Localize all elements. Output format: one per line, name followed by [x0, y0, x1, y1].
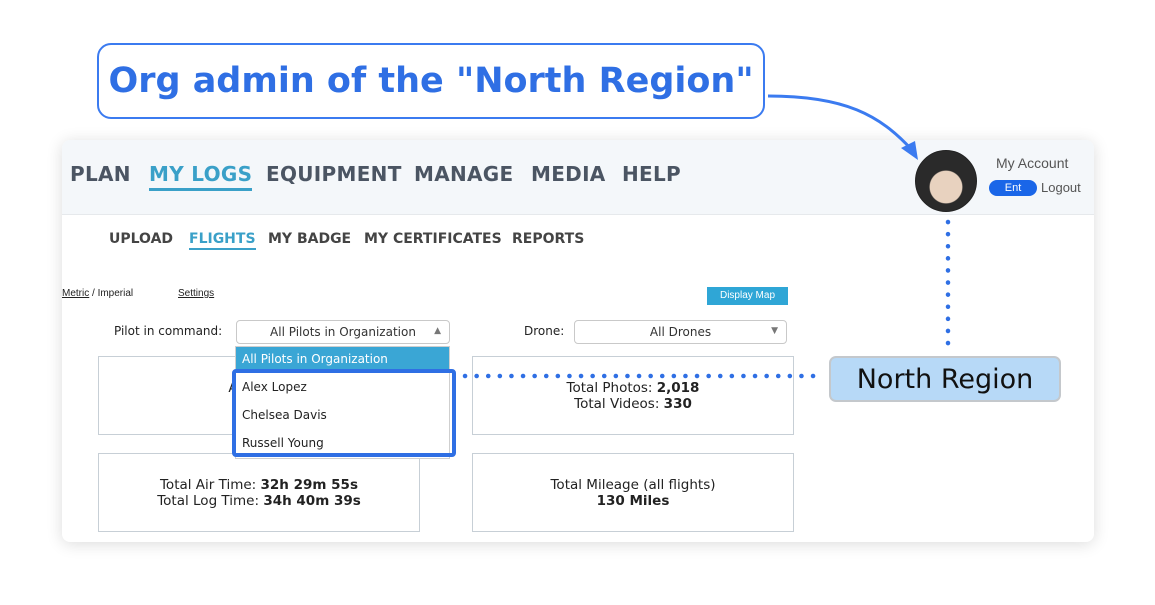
total-air-time: Total Air Time: 32h 29m 55s — [159, 476, 358, 493]
display-map-button[interactable]: Display Map — [707, 287, 788, 305]
my-account-link[interactable]: My Account — [996, 155, 1068, 171]
time-stats-box: Total Air Time: 32h 29m 55s Total Log Ti… — [98, 453, 420, 532]
org-admin-callout: Org admin of the "North Region" — [97, 43, 765, 119]
mileage-stats-box: Total Mileage (all flights) 130 Miles — [472, 453, 794, 532]
imperial-link[interactable]: Imperial — [98, 288, 134, 299]
settings-link[interactable]: Settings — [178, 288, 214, 299]
logout-link[interactable]: Logout — [1041, 180, 1081, 195]
subnav-upload[interactable]: UPLOAD — [109, 231, 173, 247]
pilot-select-value: All Pilots in Organization — [270, 325, 416, 339]
subnav-flights[interactable]: FLIGHTS — [189, 231, 256, 250]
app-window: PLAN MY LOGS EQUIPMENT MANAGE MEDIA HELP… — [62, 140, 1094, 542]
units-toggle: Metric / Imperial — [62, 288, 133, 299]
callout-text: Org admin of the "North Region" — [108, 61, 754, 101]
drone-select-value: All Drones — [649, 325, 712, 339]
subnav-my-certificates[interactable]: MY CERTIFICATES — [364, 231, 502, 247]
drone-select[interactable]: All Drones ▼ — [574, 320, 787, 344]
plan-badge: Ent — [989, 180, 1037, 196]
pilot-select[interactable]: All Pilots in Organization ▲ — [236, 320, 450, 344]
subnav-my-badge[interactable]: MY BADGE — [268, 231, 351, 247]
subnav-reports[interactable]: REPORTS — [512, 231, 584, 247]
nav-item-media[interactable]: MEDIA — [531, 162, 606, 186]
dropdown-option-all-pilots[interactable]: All Pilots in Organization — [236, 347, 449, 371]
nav-item-equipment[interactable]: EQUIPMENT — [266, 162, 402, 186]
total-log-time: Total Log Time: 34h 40m 39s — [157, 492, 361, 509]
pilot-list-highlight — [232, 369, 456, 457]
metric-link[interactable]: Metric — [62, 288, 89, 299]
top-navigation: PLAN MY LOGS EQUIPMENT MANAGE MEDIA HELP… — [62, 140, 1094, 215]
user-avatar[interactable] — [915, 150, 977, 212]
total-videos: Total Videos: 330 — [574, 395, 692, 412]
chevron-up-icon: ▲ — [434, 326, 441, 336]
pilot-label: Pilot in command: — [114, 324, 223, 338]
north-region-badge: North Region — [829, 356, 1061, 402]
chevron-down-icon: ▼ — [771, 326, 778, 336]
nav-item-manage[interactable]: MANAGE — [414, 162, 513, 186]
nav-item-help[interactable]: HELP — [622, 162, 681, 186]
nav-item-plan[interactable]: PLAN — [70, 162, 131, 186]
nav-item-my-logs[interactable]: MY LOGS — [149, 162, 253, 191]
total-photos: Total Photos: 2,018 — [566, 379, 700, 396]
drone-label: Drone: — [524, 324, 565, 338]
media-stats-box: Total Photos: 2,018 Total Videos: 330 — [472, 356, 794, 435]
total-mileage-value: 130 Miles — [596, 492, 670, 509]
units-separator: / — [92, 288, 95, 299]
total-mileage-label: Total Mileage (all flights) — [550, 476, 716, 493]
